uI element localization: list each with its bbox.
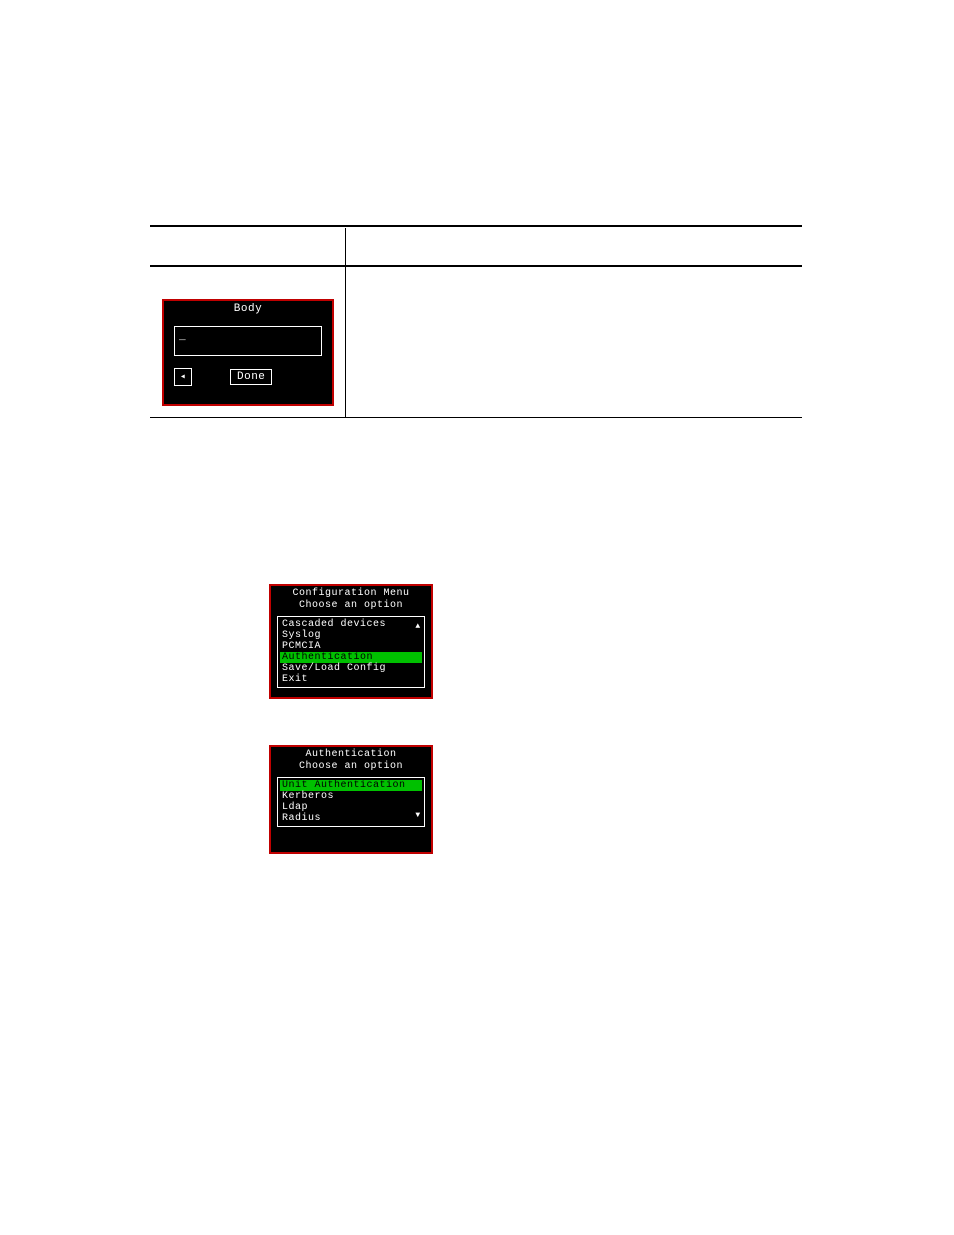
configuration-menu-title-line2: Choose an option (271, 600, 431, 612)
authentication-dialog: Authentication Choose an option Unit Aut… (269, 745, 433, 854)
authentication-title-line1: Authentication (271, 749, 431, 761)
list-item[interactable]: Radius (280, 813, 422, 824)
configuration-menu-list: ▲ Cascaded devices Syslog PCMCIA Authent… (277, 616, 425, 688)
authentication-title-line2: Choose an option (271, 761, 431, 773)
authentication-list: Unit Authentication Kerberos Ldap Radius… (277, 777, 425, 827)
list-item[interactable]: Exit (280, 674, 422, 685)
done-button-label: Done (237, 371, 265, 383)
authentication-title: Authentication Choose an option (271, 747, 431, 773)
list-item[interactable]: Ldap (280, 802, 422, 813)
scroll-up-icon[interactable]: ▲ (414, 623, 422, 631)
done-button[interactable]: Done (230, 369, 272, 385)
list-item[interactable]: Cascaded devices (280, 619, 422, 630)
list-item[interactable]: Kerberos (280, 791, 422, 802)
configuration-menu-title-line1: Configuration Menu (271, 588, 431, 600)
configuration-menu-title: Configuration Menu Choose an option (271, 586, 431, 612)
back-icon: ◂ (180, 371, 187, 383)
list-item-selected[interactable]: Unit Authentication (280, 780, 422, 791)
list-item[interactable]: Save/Load Config (280, 663, 422, 674)
scroll-down-icon[interactable]: ▼ (414, 812, 422, 820)
body-input-value: _ (179, 331, 186, 343)
list-item-selected[interactable]: Authentication (280, 652, 422, 663)
list-item[interactable]: Syslog (280, 630, 422, 641)
body-input[interactable]: _ (174, 326, 322, 356)
body-dialog-title: Body (164, 301, 332, 316)
list-item[interactable]: PCMCIA (280, 641, 422, 652)
rule-bottom (150, 417, 802, 418)
back-button[interactable]: ◂ (174, 368, 192, 386)
configuration-menu-dialog: Configuration Menu Choose an option ▲ Ca… (269, 584, 433, 699)
rule-top-2 (150, 265, 802, 267)
column-divider (345, 228, 346, 418)
body-dialog: Body _ ◂ Done (162, 299, 334, 406)
rule-top-1 (150, 225, 802, 227)
